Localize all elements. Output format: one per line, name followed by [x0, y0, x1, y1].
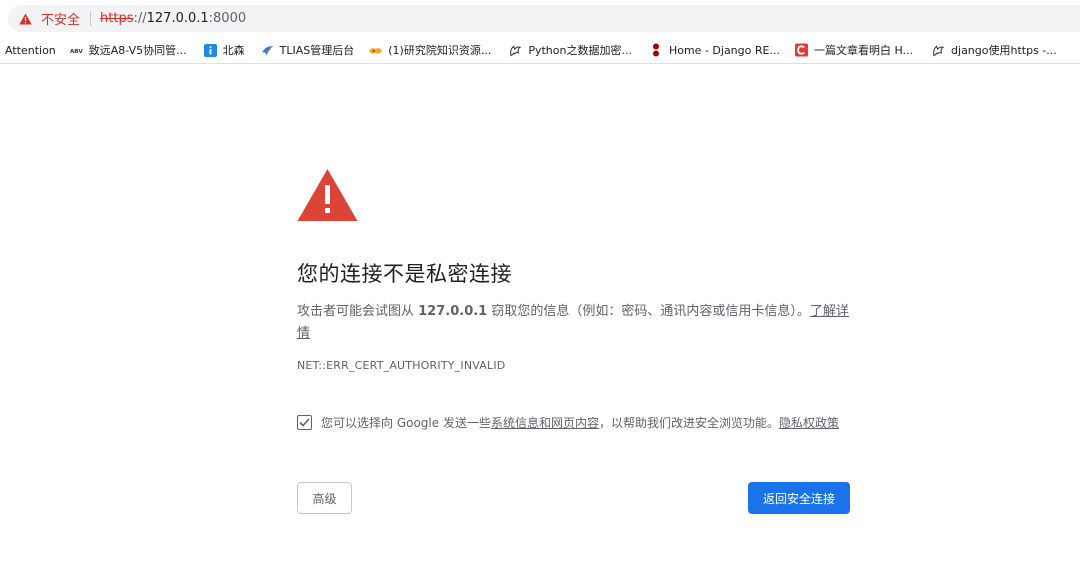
system-info-link[interactable]: 系统信息和网页内容 [491, 414, 599, 431]
optin-checkbox[interactable] [297, 415, 312, 430]
privacy-policy-link[interactable]: 隐私权政策 [779, 414, 839, 431]
bookmark-label: django使用https -... [951, 44, 1057, 57]
svg-text:ABVS: ABVS [70, 49, 83, 54]
bookmark-label: 致远A8-V5协同管... [88, 44, 187, 57]
url-port: :8000 [208, 11, 247, 26]
handshake-icon [369, 44, 383, 57]
not-secure-label[interactable]: 不安全 [41, 9, 80, 28]
explanation-paragraph: 攻击者可能会试图从 127.0.0.1 窃取您的信息（例如：密码、通讯内容或信用… [297, 301, 853, 345]
bookmark-label: 北森 [222, 44, 245, 57]
safe-browsing-optin: 您可以选择向 Google 发送一些 系统信息和网页内容 ，以帮助我们改进安全浏览功… [297, 414, 857, 431]
bookmark-label: Home - Django RE... [668, 43, 780, 57]
security-warning-icon [297, 168, 358, 222]
tlias-logo-icon [261, 44, 274, 57]
omnibox[interactable]: 不安全 https://127.0.0.1:8000 [8, 5, 1080, 32]
info-icon [203, 43, 217, 57]
bookmarks-bar: Attention ABVS 致远A8-V5协同管... 北森 TLIAS管理后… [0, 37, 1080, 64]
wolf-icon [932, 44, 945, 57]
django-rest-icon [650, 43, 663, 57]
seeyon-logo-icon: ABVS [70, 44, 83, 57]
bookmark-tlias[interactable]: TLIAS管理后台 [261, 40, 355, 60]
bookmark-django-rest[interactable]: Home - Django RE... [650, 40, 780, 60]
page-title: 您的连接不是私密连接 [297, 262, 512, 286]
bookmark-research[interactable]: (1)研究院知识资源... [369, 40, 491, 60]
explanation-suffix: 窃取您的信息（例如：密码、通讯内容或信用卡信息）。 [487, 304, 810, 319]
bookmark-csdn-article[interactable]: 一篇文章看明白 H... [794, 40, 914, 60]
url-scheme: https [100, 11, 134, 26]
url-host: 127.0.0.1 [146, 11, 209, 26]
bookmark-django-https[interactable]: django使用https -... [932, 40, 1057, 60]
bookmark-label: 一篇文章看明白 H... [813, 44, 914, 57]
optin-middle: ，以帮助我们改进安全浏览功能。 [598, 416, 779, 430]
explanation-host: 127.0.0.1 [418, 304, 488, 319]
bookmark-attention[interactable]: Attention [5, 40, 56, 60]
wolf-icon [509, 44, 522, 57]
warning-triangle-icon[interactable] [19, 12, 33, 26]
bookmark-label: Attention [5, 43, 56, 57]
optin-prefix: 您可以选择向 Google 发送一些 [321, 416, 491, 430]
url-separator: :// [133, 11, 147, 26]
bookmark-label: (1)研究院知识资源... [388, 44, 492, 57]
error-code: NET::ERR_CERT_AUTHORITY_INVALID [297, 359, 506, 372]
url-text[interactable]: https://127.0.0.1:8000 [100, 11, 246, 26]
csdn-icon [794, 43, 808, 57]
back-to-safety-button[interactable]: 返回安全连接 [748, 482, 850, 514]
address-bar-area: 不安全 https://127.0.0.1:8000 [0, 0, 1080, 37]
bookmark-beisen[interactable]: 北森 [203, 40, 245, 60]
bookmark-python-crypto[interactable]: Python之数据加密... [509, 40, 632, 60]
bookmark-label: Python之数据加密... [528, 44, 632, 57]
explanation-prefix: 攻击者可能会试图从 [297, 304, 419, 319]
bookmark-seeyon[interactable]: ABVS 致远A8-V5协同管... [70, 40, 187, 60]
bookmark-label: TLIAS管理后台 [279, 44, 355, 57]
advanced-button[interactable]: 高级 [297, 482, 352, 514]
omnibox-divider [90, 11, 92, 26]
